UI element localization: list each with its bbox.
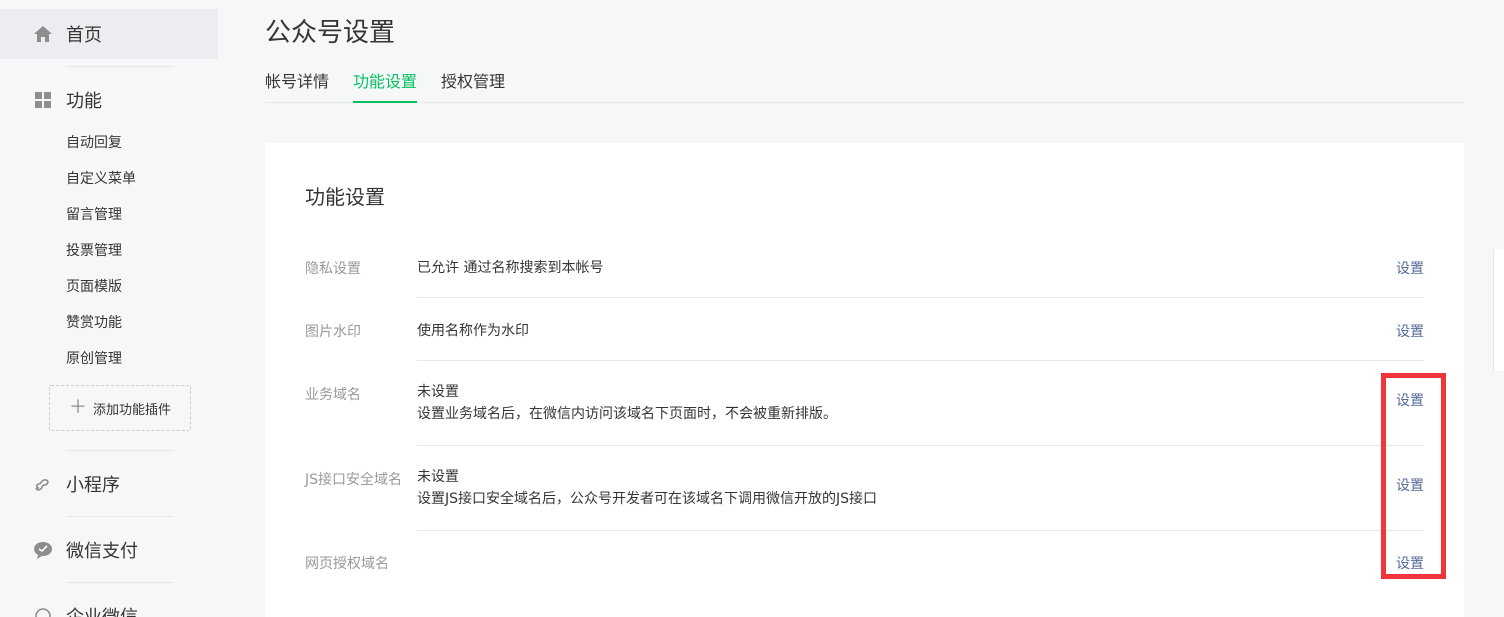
row-divider [417, 530, 1424, 531]
tab-account-details[interactable]: 帐号详情 [265, 68, 329, 103]
oauth-domain-settings-button[interactable]: 设置 [1396, 553, 1424, 573]
page-title: 公众号设置 [265, 18, 396, 48]
card-title: 功能设置 [305, 185, 385, 209]
plus-icon: ＋ [68, 397, 87, 418]
sidebar-item-voting[interactable]: 投票管理 [66, 237, 136, 273]
feature-settings-card: 功能设置 隐私设置 已允许 通过名称搜索到本帐号 设置 图片水印 使用名称作为水… [265, 143, 1464, 617]
row-divider [417, 297, 1424, 298]
privacy-settings-button[interactable]: 设置 [1396, 258, 1424, 278]
app-window: 首页 功能 自动回复 自定义菜单 留言管理 投票管理 页面模版 赞赏功能 原创管… [0, 0, 1504, 617]
sidebar-item-originals[interactable]: 原创管理 [66, 345, 136, 381]
row-label: 隐私设置 [305, 261, 361, 277]
watermark-settings-button[interactable]: 设置 [1396, 321, 1424, 341]
sidebar-item-mini-program-label: 小程序 [66, 475, 120, 496]
sidebar-divider [66, 66, 174, 67]
sidebar-item-comments[interactable]: 留言管理 [66, 201, 136, 237]
feature-submenu: 自动回复 自定义菜单 留言管理 投票管理 页面模版 赞赏功能 原创管理 [66, 129, 136, 381]
add-plugin-button[interactable]: ＋ 添加功能插件 [49, 385, 191, 431]
sidebar-divider [66, 582, 174, 583]
settings-tabs: 帐号详情 功能设置 授权管理 [265, 68, 1464, 103]
sidebar-item-mini-program[interactable]: 小程序 [33, 471, 120, 497]
js-domain-settings-button[interactable]: 设置 [1396, 475, 1424, 495]
home-icon [33, 24, 53, 44]
side-panel-tab[interactable] [1493, 249, 1504, 371]
sidebar-divider [66, 516, 174, 517]
row-value: 未设置 设置JS接口安全域名后，公众号开发者可在该域名下调用微信开放的JS接口 [417, 466, 877, 510]
mini-program-icon [33, 474, 53, 494]
grid-icon [33, 90, 53, 110]
row-description: 设置业务域名后，在微信内访问该域名下页面时，不会被重新排版。 [417, 406, 837, 422]
sidebar-item-wecom-label: 企业微信 [66, 603, 138, 617]
row-value: 已允许 通过名称搜索到本帐号 [417, 260, 604, 276]
tab-feature-settings[interactable]: 功能设置 [353, 68, 418, 103]
row-divider [417, 360, 1424, 361]
row-label: 网页授权域名 [305, 556, 389, 572]
row-status: 未设置 [417, 469, 459, 485]
row-label: JS接口安全域名 [305, 472, 403, 488]
tab-authorization[interactable]: 授权管理 [441, 68, 505, 103]
sidebar-item-rewards[interactable]: 赞赏功能 [66, 309, 136, 345]
row-value: 使用名称作为水印 [417, 323, 529, 339]
wecom-icon [33, 606, 53, 617]
sidebar: 首页 功能 自动回复 自定义菜单 留言管理 投票管理 页面模版 赞赏功能 原创管… [0, 0, 218, 617]
sidebar-item-home[interactable]: 首页 [0, 9, 218, 59]
sidebar-item-wechat-pay[interactable]: 微信支付 [33, 537, 138, 563]
row-status: 未设置 [417, 384, 459, 400]
sidebar-item-wecom[interactable]: 企业微信 [33, 603, 138, 617]
sidebar-item-page-templates[interactable]: 页面模版 [66, 273, 136, 309]
row-value: 未设置 设置业务域名后，在微信内访问该域名下页面时，不会被重新排版。 [417, 381, 837, 425]
add-plugin-label: 添加功能插件 [92, 402, 171, 418]
sidebar-item-wechat-pay-label: 微信支付 [66, 541, 138, 562]
row-divider [417, 445, 1424, 446]
sidebar-item-home-label: 首页 [66, 25, 102, 46]
wechat-pay-icon [33, 540, 53, 560]
row-description: 设置JS接口安全域名后，公众号开发者可在该域名下调用微信开放的JS接口 [417, 491, 878, 507]
sidebar-item-features[interactable]: 功能 [33, 87, 102, 113]
sidebar-divider [66, 450, 174, 451]
sidebar-item-features-label: 功能 [66, 91, 102, 112]
sidebar-item-auto-reply[interactable]: 自动回复 [66, 129, 136, 165]
sidebar-item-custom-menu[interactable]: 自定义菜单 [66, 165, 136, 201]
row-label: 图片水印 [305, 324, 361, 340]
row-label: 业务域名 [305, 387, 361, 403]
business-domain-settings-button[interactable]: 设置 [1396, 390, 1424, 410]
